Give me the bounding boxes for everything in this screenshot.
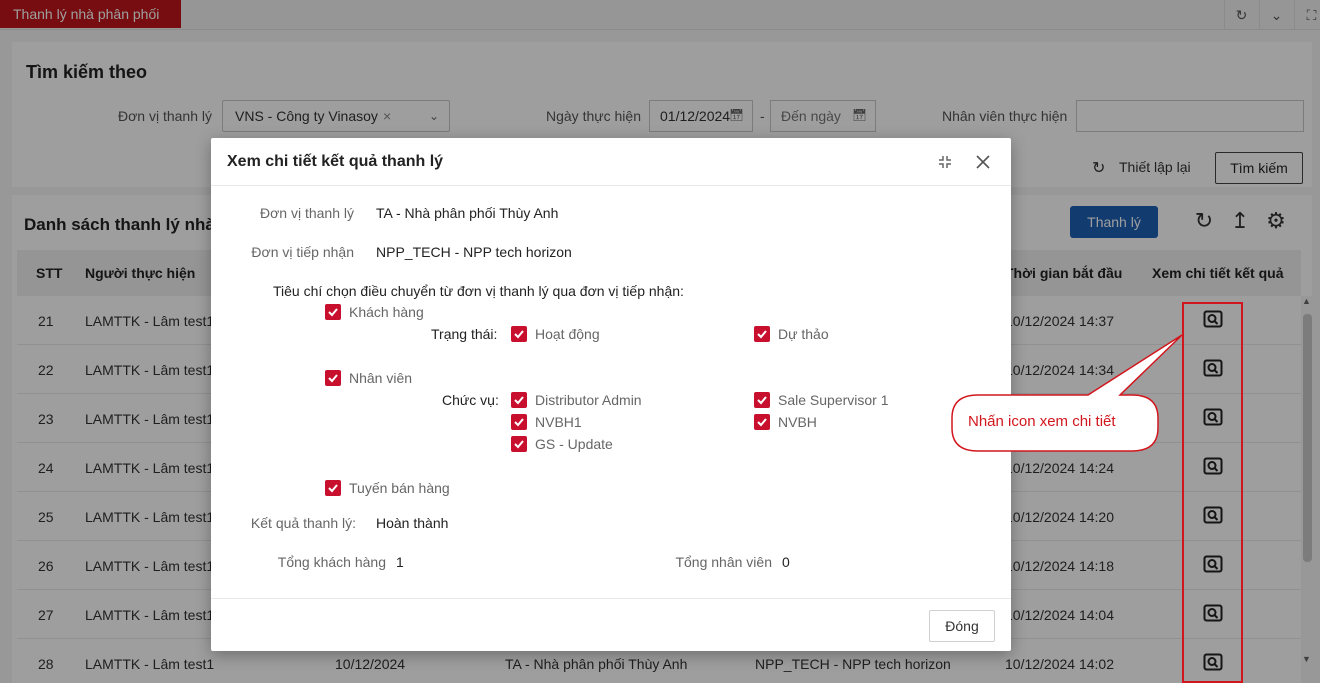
position-label-item: GS - Update [535,436,613,452]
result-value: Hoàn thành [376,515,449,531]
close-button[interactable]: Đóng [929,610,995,642]
status-active-label: Hoạt động [535,326,600,342]
position-label-item: Sale Supervisor 1 [778,392,889,408]
callout-text: Nhấn icon xem chi tiết [968,413,1116,430]
modal-title: Xem chi tiết kết quả thanh lý [227,153,444,170]
position-checkbox[interactable] [754,392,770,408]
route-label: Tuyến bán hàng [349,480,450,496]
position-label-item: NVBH [778,414,817,430]
criteria-title: Tiêu chí chọn điều chuyển từ đơn vị than… [273,283,684,299]
staff-checkbox[interactable] [325,370,341,386]
detail-modal: Xem chi tiết kết quả thanh lý Đơn vị tha… [211,138,1011,651]
position-checkbox[interactable] [754,414,770,430]
receiver-value: NPP_TECH - NPP tech horizon [376,244,572,260]
position-checkbox[interactable] [511,436,527,452]
position-checkbox[interactable] [511,414,527,430]
total-staff-label: Tổng nhân viên [675,554,772,570]
unit-value: TA - Nhà phân phối Thùy Anh [376,205,559,221]
status-label: Trạng thái: [431,326,498,342]
position-label-item: NVBH1 [535,414,582,430]
total-customers-label: Tổng khách hàng [277,554,386,570]
result-label: Kết quả thanh lý: [250,515,356,531]
status-active-checkbox[interactable] [511,326,527,342]
route-checkbox[interactable] [325,480,341,496]
unit-label: Đơn vị thanh lý [259,205,354,221]
position-label-item: Distributor Admin [535,392,642,408]
close-icon[interactable] [973,152,993,172]
modal-header: Xem chi tiết kết quả thanh lý [211,138,1011,186]
customer-checkbox[interactable] [325,304,341,320]
status-draft-label: Dự thảo [778,326,829,342]
modal-footer: Đóng [211,598,1011,651]
receiver-label: Đơn vị tiếp nhận [251,244,354,260]
position-label: Chức vụ: [442,392,499,408]
detail-column-highlight [1182,302,1243,683]
total-customers-value: 1 [396,554,404,570]
collapse-icon[interactable] [935,152,955,172]
total-staff-value: 0 [782,554,790,570]
customer-label: Khách hàng [349,304,424,320]
status-draft-checkbox[interactable] [754,326,770,342]
staff-label: Nhân viên [349,370,413,386]
position-checkbox[interactable] [511,392,527,408]
